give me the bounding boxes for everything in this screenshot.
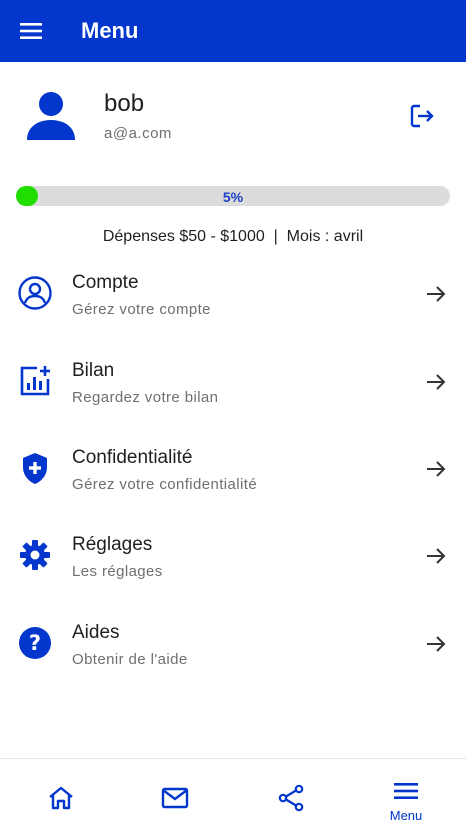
- arrow-right-icon: [427, 374, 446, 390]
- person-icon: [27, 92, 75, 140]
- bottom-navigation: Menu: [0, 758, 466, 835]
- menu-item-subtitle: Gérez votre confidentialité: [72, 476, 258, 493]
- menu-item-confidentialite[interactable]: Confidentialité Gérez votre confidential…: [0, 447, 466, 527]
- profile-header: bob a@a.com: [0, 62, 466, 172]
- nav-messages[interactable]: [117, 759, 233, 835]
- user-email: a@a.com: [104, 125, 172, 142]
- help-circle-icon: ?: [19, 627, 51, 659]
- menu-item-reglages[interactable]: Réglages Les réglages: [0, 534, 466, 614]
- menu-item-compte[interactable]: Compte Gérez votre compte: [0, 272, 466, 352]
- menu-item-subtitle: Obtenir de l'aide: [72, 651, 188, 668]
- shield-plus-icon: [23, 453, 47, 484]
- arrow-right-icon: [427, 548, 446, 564]
- budget-progress-bar: 5%: [16, 186, 450, 206]
- menu-item-title: Aides: [72, 622, 120, 643]
- menu-item-bilan[interactable]: Bilan Regardez votre bilan: [0, 360, 466, 440]
- spending-summary: Dépenses $50 - $1000 | Mois : avril: [102, 228, 364, 245]
- menu-item-aides[interactable]: ? Aides Obtenir de l'aide: [0, 622, 466, 702]
- nav-menu-label: Menu: [389, 808, 423, 823]
- menu-item-title: Bilan: [72, 360, 115, 381]
- gear-icon: [20, 540, 50, 570]
- menu-item-title: Réglages: [72, 534, 153, 555]
- arrow-right-icon: [427, 286, 446, 302]
- home-icon: [49, 786, 73, 810]
- share-icon: [278, 784, 304, 812]
- menu-item-subtitle: Gérez votre compte: [72, 301, 211, 318]
- arrow-right-icon: [427, 461, 446, 477]
- page-title: Menu: [81, 18, 139, 43]
- logout-icon[interactable]: [408, 102, 436, 130]
- nav-home[interactable]: [2, 759, 118, 835]
- menu-item-subtitle: Regardez votre bilan: [72, 389, 219, 406]
- hamburger-icon[interactable]: [20, 20, 42, 42]
- menu-item-title: Compte: [72, 272, 139, 293]
- progress-label: 5%: [222, 189, 244, 205]
- hamburger-icon: [394, 783, 418, 799]
- user-name: bob: [104, 90, 145, 117]
- app-bar: Menu: [0, 0, 466, 62]
- svg-text:?: ?: [29, 631, 41, 655]
- arrow-right-icon: [427, 636, 446, 652]
- account-circle-icon: [18, 276, 52, 310]
- chart-add-icon: [20, 366, 50, 396]
- nav-share[interactable]: [233, 759, 349, 835]
- mail-icon: [161, 787, 189, 809]
- menu-item-subtitle: Les réglages: [72, 563, 163, 580]
- menu-item-title: Confidentialité: [72, 447, 193, 468]
- nav-menu[interactable]: Menu: [348, 759, 464, 835]
